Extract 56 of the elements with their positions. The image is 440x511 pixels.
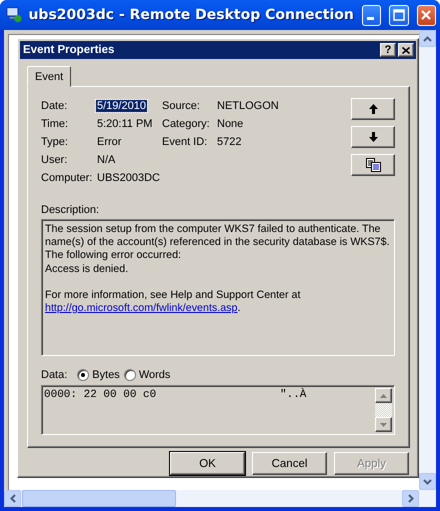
field-label: Category: xyxy=(162,118,211,130)
copy-icon xyxy=(366,158,380,172)
maximize-icon xyxy=(392,9,405,21)
triangle-up-icon xyxy=(380,394,387,398)
next-event-button[interactable] xyxy=(351,126,395,148)
chevron-right-icon xyxy=(408,494,414,503)
data-label: Data: xyxy=(41,369,68,381)
chevron-down-icon xyxy=(423,478,432,484)
format-radio[interactable]: Words xyxy=(124,369,170,381)
field-value: UBS2003DC xyxy=(96,172,161,184)
down-arrow-icon xyxy=(368,132,378,142)
help-button[interactable]: ? xyxy=(380,43,396,57)
ascii-chars: "..À xyxy=(280,389,306,401)
horizontal-scrollbar[interactable] xyxy=(4,490,419,507)
close-icon xyxy=(420,9,432,21)
field-value: None xyxy=(216,118,244,130)
field-value: N/A xyxy=(96,154,116,166)
field-label: Source: xyxy=(162,100,201,112)
field-label: Computer: xyxy=(41,172,94,184)
field-value: 5:20:11 PM xyxy=(96,118,154,130)
scroll-right-button[interactable] xyxy=(402,490,419,507)
field-value: 5/19/2010 xyxy=(96,100,147,112)
triangle-down-icon xyxy=(380,422,387,426)
close-icon xyxy=(402,46,410,54)
close-button[interactable] xyxy=(398,43,414,57)
copy-button[interactable] xyxy=(351,154,395,176)
field-label: Type: xyxy=(41,136,69,148)
format-radio[interactable]: Bytes xyxy=(77,369,120,381)
event-tab[interactable]: Event xyxy=(27,66,72,87)
help-link[interactable]: http://go.microsoft.com/fwlink/events.asp xyxy=(45,302,238,314)
chevron-left-icon xyxy=(10,494,16,503)
dialog-button[interactable]: OK xyxy=(170,452,245,475)
field-value: Error xyxy=(96,136,122,148)
field-label: User: xyxy=(41,154,68,166)
hex-bytes: 0000: 22 00 00 c0 xyxy=(44,389,158,401)
maximize-button[interactable] xyxy=(389,4,409,26)
chevron-up-icon xyxy=(423,36,432,42)
minimize-button[interactable] xyxy=(362,4,382,26)
field-label: Event ID: xyxy=(162,136,208,148)
up-arrow-icon xyxy=(368,104,378,114)
close-button[interactable] xyxy=(416,4,436,26)
field-value: 5722 xyxy=(216,136,242,148)
field-label: Time: xyxy=(41,118,70,130)
scroll-left-button[interactable] xyxy=(4,490,21,507)
remote-desktop-icon xyxy=(6,6,22,24)
dialog-button[interactable]: Cancel xyxy=(252,452,327,475)
description-label: Description: xyxy=(41,204,100,216)
previous-event-button[interactable] xyxy=(351,98,395,120)
description-text: The session setup from the computer WKS7 failed to authenticate. The name(s) of the account(s) referenced in the security database is WKS7$. The following error occurred: Access is denied. xyxy=(45,223,391,276)
dialog-title: Event Properties xyxy=(23,44,116,56)
description-text: For more information, see Help and Support Center at http://go.microsoft.com/fwlink/events.asp. xyxy=(45,288,302,316)
window-title: ubs2003dc - Remote Desktop Connection xyxy=(28,7,354,23)
scroll-thumb[interactable] xyxy=(22,490,176,507)
field-label: Date: xyxy=(41,100,68,112)
minimize-icon xyxy=(366,17,374,20)
field-value: NETLOGON xyxy=(216,100,280,112)
